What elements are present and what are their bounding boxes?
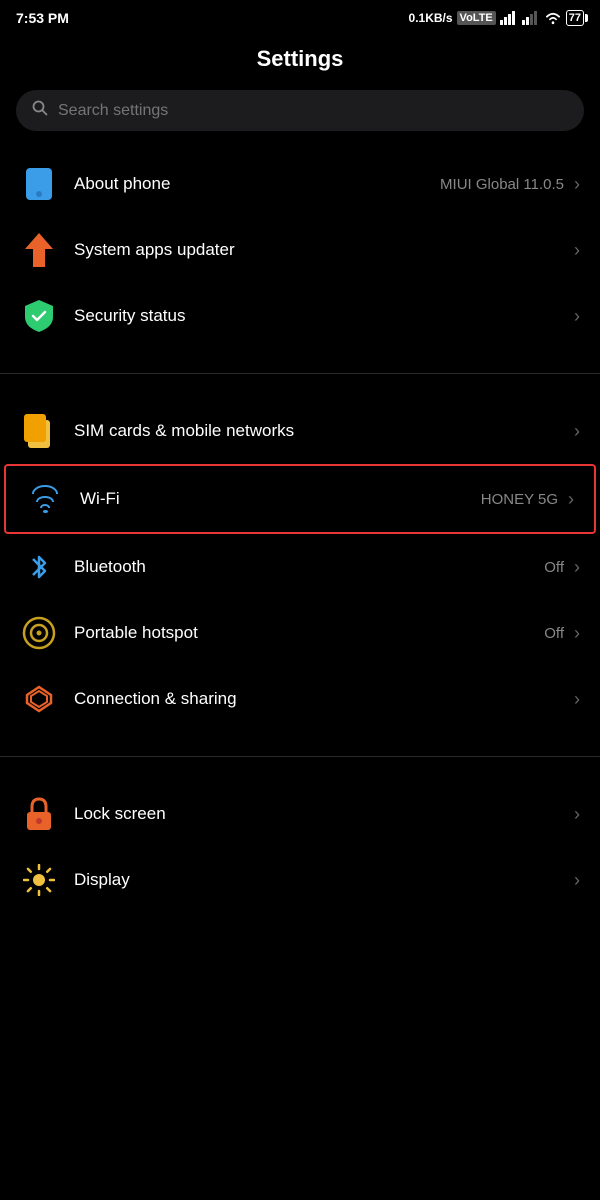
wifi-chevron: › bbox=[568, 489, 574, 510]
security-status-chevron: › bbox=[574, 306, 580, 327]
search-bar[interactable] bbox=[16, 90, 584, 131]
connection-label: Connection & sharing bbox=[74, 689, 237, 709]
sim-cards-chevron: › bbox=[574, 421, 580, 442]
wifi-content: Wi-Fi HONEY 5G › bbox=[80, 489, 574, 510]
lock-screen-label: Lock screen bbox=[74, 804, 166, 824]
about-phone-icon bbox=[20, 165, 58, 203]
system-apps-label: System apps updater bbox=[74, 240, 235, 260]
connection-item[interactable]: Connection & sharing › bbox=[0, 666, 600, 732]
security-status-icon bbox=[20, 297, 58, 335]
page-title: Settings bbox=[0, 32, 600, 90]
wifi-icon bbox=[26, 480, 64, 518]
wifi-status-icon bbox=[544, 11, 562, 25]
time-display: 7:53 PM bbox=[16, 10, 69, 26]
display-label: Display bbox=[74, 870, 130, 890]
battery-indicator: 77 bbox=[566, 10, 584, 26]
section-gap-1 bbox=[0, 378, 600, 398]
connection-icon bbox=[20, 680, 58, 718]
hotspot-value: Off bbox=[544, 625, 564, 642]
divider-2 bbox=[0, 756, 600, 757]
bluetooth-label: Bluetooth bbox=[74, 557, 146, 577]
signal-icon-2 bbox=[522, 11, 540, 25]
lock-screen-item[interactable]: Lock screen › bbox=[0, 781, 600, 847]
hotspot-item[interactable]: Portable hotspot Off › bbox=[0, 600, 600, 666]
search-input[interactable] bbox=[58, 102, 568, 120]
display-content: Display › bbox=[74, 870, 580, 891]
section-gap-2 bbox=[0, 732, 600, 752]
display-chevron: › bbox=[574, 870, 580, 891]
section-gap-3 bbox=[0, 761, 600, 781]
about-phone-item[interactable]: About phone MIUI Global 11.0.5 › bbox=[0, 151, 600, 217]
signal-icon-1 bbox=[500, 11, 518, 25]
security-status-content: Security status › bbox=[74, 306, 580, 327]
bluetooth-content: Bluetooth Off › bbox=[74, 557, 580, 578]
status-bar: 7:53 PM 0.1KB/s VoLTE 77 bbox=[0, 0, 600, 32]
bluetooth-icon bbox=[20, 548, 58, 586]
system-apps-chevron: › bbox=[574, 240, 580, 261]
sim-cards-label: SIM cards & mobile networks bbox=[74, 421, 294, 441]
hotspot-content: Portable hotspot Off › bbox=[74, 623, 580, 644]
section-divider-1 bbox=[0, 349, 600, 369]
about-phone-value: MIUI Global 11.0.5 bbox=[440, 176, 564, 193]
status-icons: 0.1KB/s VoLTE 77 bbox=[409, 10, 584, 26]
hotspot-chevron: › bbox=[574, 623, 580, 644]
sim-cards-item[interactable]: SIM cards & mobile networks › bbox=[0, 398, 600, 464]
divider-1 bbox=[0, 373, 600, 374]
bluetooth-item[interactable]: Bluetooth Off › bbox=[0, 534, 600, 600]
bluetooth-value: Off bbox=[544, 559, 564, 576]
lock-screen-icon bbox=[20, 795, 58, 833]
display-item[interactable]: Display › bbox=[0, 847, 600, 913]
system-apps-icon bbox=[20, 231, 58, 269]
hotspot-label: Portable hotspot bbox=[74, 623, 198, 643]
lock-screen-chevron: › bbox=[574, 804, 580, 825]
wifi-label: Wi-Fi bbox=[80, 489, 120, 509]
system-apps-item[interactable]: System apps updater › bbox=[0, 217, 600, 283]
network-speed: 0.1KB/s bbox=[409, 11, 453, 25]
network-type: VoLTE bbox=[457, 11, 496, 25]
security-status-item[interactable]: Security status › bbox=[0, 283, 600, 349]
hotspot-icon bbox=[20, 614, 58, 652]
bluetooth-chevron: › bbox=[574, 557, 580, 578]
connection-content: Connection & sharing › bbox=[74, 689, 580, 710]
sim-cards-content: SIM cards & mobile networks › bbox=[74, 421, 580, 442]
sim-cards-icon bbox=[20, 412, 58, 450]
display-icon bbox=[20, 861, 58, 899]
about-phone-content: About phone MIUI Global 11.0.5 › bbox=[74, 174, 580, 195]
search-icon bbox=[32, 100, 48, 121]
lock-screen-content: Lock screen › bbox=[74, 804, 580, 825]
about-phone-chevron: › bbox=[574, 174, 580, 195]
system-apps-content: System apps updater › bbox=[74, 240, 580, 261]
wifi-item[interactable]: Wi-Fi HONEY 5G › bbox=[4, 464, 596, 534]
connection-chevron: › bbox=[574, 689, 580, 710]
about-phone-label: About phone bbox=[74, 174, 170, 194]
security-status-label: Security status bbox=[74, 306, 186, 326]
wifi-value: HONEY 5G bbox=[481, 491, 558, 508]
